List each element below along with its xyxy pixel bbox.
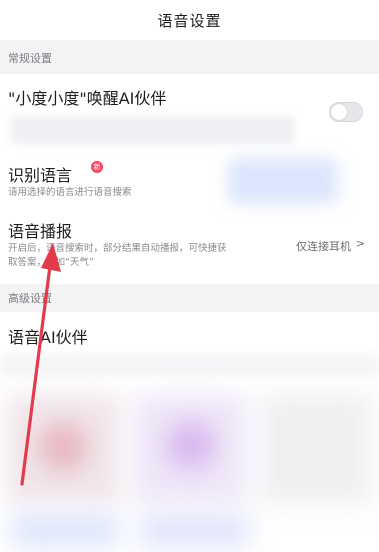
- general-settings-card: "小度小度"唤醒AI伙伴 识别语言 新 请用选择的语言进行语音搜索 语音播报 开…: [0, 74, 379, 284]
- page-title: 语音设置: [157, 11, 222, 30]
- new-badge: 新: [91, 161, 103, 173]
- chevron-right-icon: >: [355, 237, 365, 250]
- voice-broadcast-value[interactable]: 仅连接耳机: [296, 238, 351, 254]
- recognition-language-row[interactable]: 识别语言 新 请用选择的语言进行语音搜索: [0, 156, 379, 210]
- ai-partner-title: 语音AI伙伴: [8, 328, 88, 347]
- voice-broadcast-subtitle-line1: 开启后，语音搜索时，部分结果自动播报，可快捷获: [8, 243, 227, 254]
- ai-partner-card-3[interactable]: [258, 394, 373, 504]
- recognition-language-title: 识别语言: [8, 166, 73, 185]
- ai-partner-button-2[interactable]: [140, 512, 250, 548]
- voice-broadcast-row[interactable]: 语音播报 开启后，语音搜索时，部分结果自动播报，可快捷获 取答案，例如“天气” …: [0, 214, 379, 280]
- wake-word-title: "小度小度"唤醒AI伙伴: [8, 89, 167, 108]
- voice-broadcast-subtitle-line2: 取答案，例如“天气”: [8, 257, 94, 268]
- section-header-general: 常规设置: [0, 45, 379, 71]
- voice-settings-page: 语音设置 常规设置 "小度小度"唤醒AI伙伴 识别语言 新 请用选择的语言进行语…: [0, 0, 379, 552]
- wake-word-toggle[interactable]: [329, 102, 363, 122]
- blurred-description: [10, 116, 295, 144]
- wake-word-row[interactable]: "小度小度"唤醒AI伙伴: [0, 74, 379, 150]
- top-bar: 语音设置: [0, 0, 379, 40]
- blurred-language-selector[interactable]: [228, 158, 338, 204]
- recognition-language-subtitle: 请用选择的语言进行语音搜索: [8, 187, 132, 198]
- ai-partner-avatar-1: [38, 422, 88, 472]
- section-header-advanced: 高级设置: [0, 286, 379, 310]
- ai-partner-button-1[interactable]: [10, 512, 120, 548]
- blurred-strip: [0, 354, 379, 376]
- ai-partner-avatar-2: [166, 420, 216, 470]
- advanced-settings-card: 语音AI伙伴: [0, 312, 379, 552]
- voice-broadcast-title: 语音播报: [8, 222, 73, 241]
- toggle-knob: [331, 104, 347, 120]
